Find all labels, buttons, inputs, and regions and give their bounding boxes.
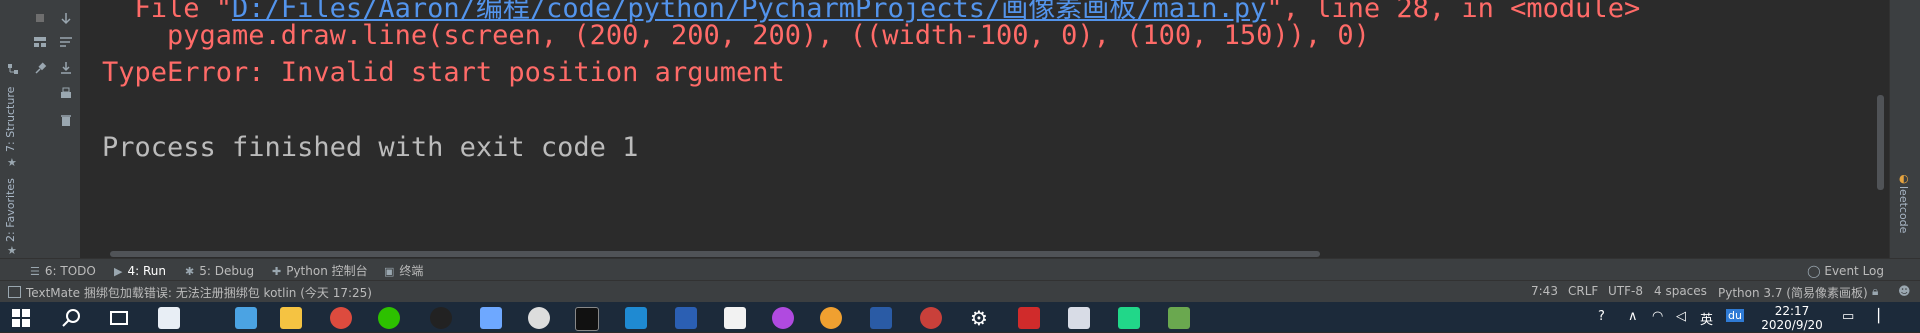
- windows-taskbar: ⚙ ? ∧ ◠ ◁ 英 du 22:17 2020/9/20 ▭ ▏: [0, 302, 1920, 332]
- tab-run[interactable]: ▶ 4: Run: [114, 262, 166, 280]
- terminal-icon: ▣: [384, 265, 395, 278]
- search-icon[interactable]: [60, 307, 82, 329]
- event-log-button[interactable]: ◯ Event Log: [1807, 262, 1884, 280]
- scroll-down-icon[interactable]: [58, 10, 74, 26]
- tab-todo-label: 6: TODO: [44, 264, 96, 278]
- traceback-code-line: pygame.draw.line(screen, (200, 200, 200)…: [102, 20, 1370, 51]
- wifi-icon[interactable]: ◠: [1652, 309, 1663, 324]
- print-icon[interactable]: [58, 86, 74, 102]
- show-desktop-icon[interactable]: ▏: [1878, 309, 1888, 324]
- run-console[interactable]: File "D:/Files/Aaron/编程/code/python/Pych…: [80, 0, 1890, 258]
- tab-terminal[interactable]: ▣ 终端: [384, 262, 423, 280]
- app-icon-5[interactable]: [772, 307, 794, 329]
- clock-app-icon[interactable]: [528, 307, 550, 329]
- right-tool-strip: ◐ leetcode: [1889, 0, 1920, 258]
- pycharm-icon[interactable]: [1118, 307, 1140, 329]
- wechat-icon[interactable]: [378, 307, 400, 329]
- horizontal-scrollbar-track: [80, 250, 1890, 258]
- status-bar: TextMate 捆绑包加载错误: 无法注册捆绑包 kotlin (今天 17:…: [0, 280, 1920, 303]
- ime-indicator[interactable]: 英: [1700, 309, 1713, 328]
- soft-wrap-icon[interactable]: [58, 34, 74, 50]
- paint-icon[interactable]: [820, 307, 842, 329]
- favorites-tab[interactable]: 2: Favorites: [4, 170, 22, 242]
- indent-setting[interactable]: 4 spaces: [1654, 284, 1707, 298]
- help-icon[interactable]: ?: [1598, 309, 1605, 324]
- list-icon: ☰: [30, 265, 40, 278]
- tool-window-bar: ☰ 6: TODO ▶ 4: Run ✱ 5: Debug ✚ Python 控制台 ▣…: [0, 258, 1920, 281]
- trash-icon[interactable]: [58, 112, 74, 128]
- clock-time: 22:17: [1774, 304, 1810, 318]
- app-icon-4[interactable]: [724, 307, 746, 329]
- status-window-icon[interactable]: [8, 286, 21, 298]
- minecraft-icon[interactable]: [1168, 307, 1190, 329]
- dev-icon[interactable]: [675, 307, 697, 329]
- python-console-icon: ✚: [272, 265, 282, 278]
- process-exit-line: Process finished with exit code 1: [102, 132, 639, 163]
- line-separator[interactable]: CRLF: [1568, 284, 1598, 298]
- folder-icon[interactable]: [280, 307, 302, 329]
- vscode-icon[interactable]: [625, 307, 647, 329]
- caret-position[interactable]: 7:43: [1531, 284, 1558, 298]
- bug-icon: ✱: [185, 265, 195, 278]
- tab-debug[interactable]: ✱ 5: Debug: [185, 262, 254, 280]
- tab-debug-label: 5: Debug: [199, 264, 255, 278]
- file-encoding[interactable]: UTF-8: [1608, 284, 1643, 298]
- structure-tab[interactable]: 7: Structure: [4, 72, 22, 152]
- tray-expand-icon[interactable]: ∧: [1628, 309, 1638, 324]
- horizontal-scrollbar[interactable]: [110, 251, 1320, 257]
- pin-icon[interactable]: [32, 60, 48, 76]
- event-log-label: Event Log: [1824, 264, 1884, 278]
- app-icon-6[interactable]: [920, 307, 942, 329]
- layout-icon[interactable]: [32, 34, 48, 50]
- task-view-icon[interactable]: [108, 307, 130, 329]
- tab-todo[interactable]: ☰ 6: TODO: [30, 262, 96, 280]
- app-icon-2[interactable]: [235, 307, 257, 329]
- vertical-scrollbar[interactable]: [1877, 95, 1884, 190]
- lock-icon[interactable]: 🔒︎: [1872, 284, 1878, 299]
- inspector-icon[interactable]: ☻: [1898, 284, 1911, 298]
- favorites-star-icon-bottom: ★: [7, 244, 17, 257]
- app-icon-8[interactable]: [1068, 307, 1090, 329]
- favorites-star-icon[interactable]: ★: [7, 156, 19, 169]
- left-tool-strip: 7: Structure ★ 2: Favorites ★: [0, 0, 27, 258]
- python-interpreter[interactable]: Python 3.7 (简易像素画板): [1718, 284, 1868, 301]
- tab-python-console-label: Python 控制台: [286, 264, 368, 278]
- tab-python-console[interactable]: ✚ Python 控制台: [272, 262, 368, 280]
- taskbar-clock[interactable]: 22:17 2020/9/20: [1752, 304, 1832, 332]
- chrome-icon[interactable]: [330, 307, 352, 329]
- leetcode-icon[interactable]: ◐: [1899, 172, 1911, 185]
- error-message-line: TypeError: Invalid start position argume…: [102, 57, 785, 88]
- windows-start-icon[interactable]: [10, 307, 32, 329]
- leetcode-tab[interactable]: leetcode: [1897, 186, 1910, 233]
- play-icon: ▶: [114, 265, 123, 278]
- clock-date: 2020/9/20: [1761, 318, 1823, 332]
- scroll-to-end-icon[interactable]: [58, 60, 74, 76]
- powershell-icon[interactable]: [870, 307, 892, 329]
- notification-icon[interactable]: ▭: [1842, 309, 1854, 324]
- ime-badge[interactable]: du: [1726, 309, 1744, 322]
- app-icon-3[interactable]: [480, 307, 502, 329]
- status-message[interactable]: TextMate 捆绑包加载错误: 无法注册捆绑包 kotlin (今天 17:…: [26, 284, 372, 301]
- qq-icon[interactable]: [430, 307, 452, 329]
- tab-terminal-label: 终端: [399, 264, 424, 278]
- terminal-app-icon[interactable]: [575, 307, 599, 331]
- settings-gear-icon[interactable]: ⚙: [968, 307, 990, 329]
- app-icon-1[interactable]: [158, 307, 180, 329]
- volume-icon[interactable]: ◁: [1676, 309, 1686, 324]
- app-icon-7[interactable]: [1018, 307, 1040, 329]
- run-toolbar: [26, 0, 81, 258]
- tab-run-label: 4: Run: [127, 264, 166, 278]
- event-log-icon: ◯: [1807, 264, 1821, 278]
- structure-icon[interactable]: [7, 60, 19, 74]
- stop-icon[interactable]: [32, 10, 48, 26]
